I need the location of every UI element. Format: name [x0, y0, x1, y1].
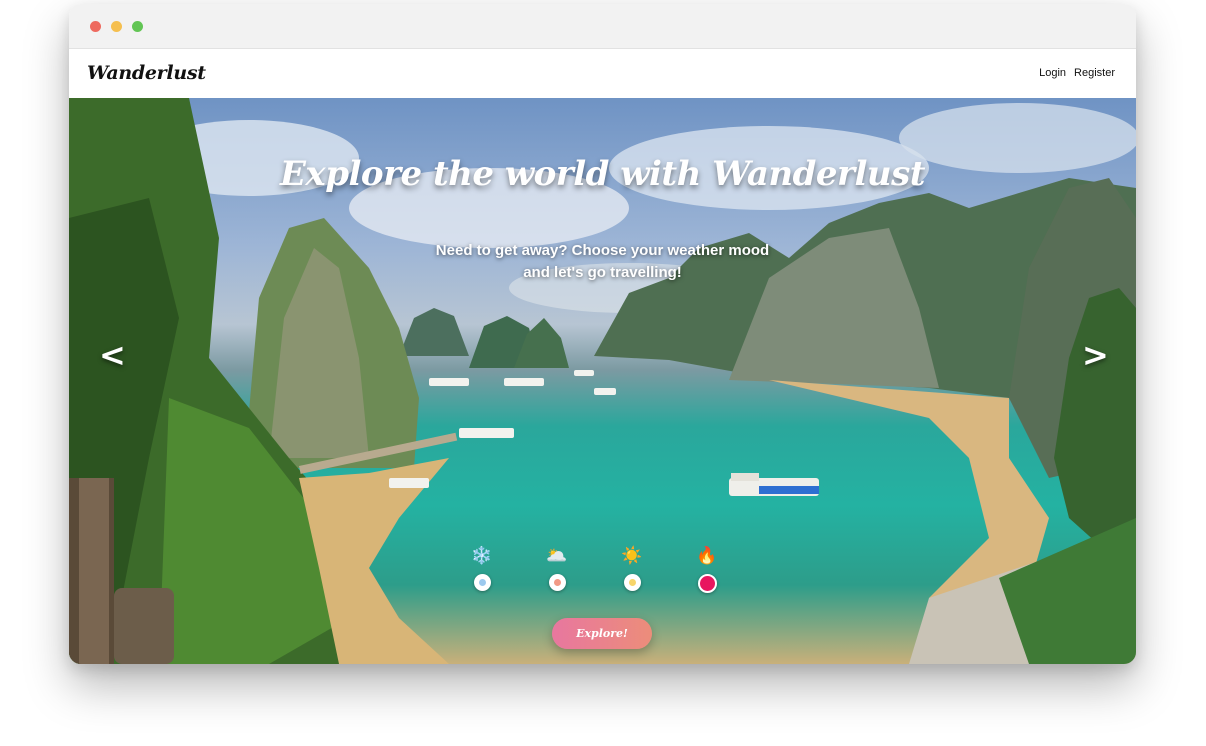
- hero-carousel: Explore the world with Wanderlust Need t…: [69, 98, 1136, 664]
- cloud-sun-icon: 🌥️: [546, 546, 568, 565]
- brand-logo[interactable]: Wanderlust: [87, 62, 206, 84]
- snowflake-icon: ❄️: [471, 546, 493, 565]
- carousel-next-arrow[interactable]: >: [1082, 336, 1109, 374]
- fire-icon: 🔥: [696, 546, 718, 565]
- browser-window: Wanderlust Login Register Explore the wo…: [69, 4, 1136, 664]
- close-window-button[interactable]: [90, 21, 101, 32]
- minimize-window-button[interactable]: [111, 21, 122, 32]
- navbar: Wanderlust Login Register: [69, 49, 1136, 99]
- mood-option-warm[interactable]: ☀️: [617, 546, 647, 591]
- weather-mood-selector: ❄️ 🌥️ ☀️ 🔥: [467, 546, 747, 606]
- nav-links: Login Register: [1039, 67, 1115, 79]
- hero-subtitle: Need to get away? Choose your weather mo…: [435, 242, 770, 281]
- login-link[interactable]: Login: [1039, 67, 1066, 79]
- mood-option-cold[interactable]: ❄️: [467, 546, 497, 591]
- register-link[interactable]: Register: [1074, 67, 1115, 79]
- mood-radio-cold[interactable]: [473, 574, 491, 591]
- maximize-window-button[interactable]: [132, 21, 143, 32]
- mood-radio-hot[interactable]: [697, 574, 717, 593]
- carousel-prev-arrow[interactable]: <: [99, 336, 126, 374]
- explore-button[interactable]: Explore!: [552, 618, 652, 649]
- hero-title: Explore the world with Wanderlust: [280, 154, 925, 194]
- mood-radio-mild[interactable]: [548, 574, 566, 591]
- sun-icon: ☀️: [621, 546, 643, 565]
- mood-option-mild[interactable]: 🌥️: [542, 546, 572, 591]
- mood-option-hot[interactable]: 🔥: [692, 546, 722, 593]
- mood-radio-warm[interactable]: [623, 574, 641, 591]
- window-titlebar: [69, 4, 1136, 49]
